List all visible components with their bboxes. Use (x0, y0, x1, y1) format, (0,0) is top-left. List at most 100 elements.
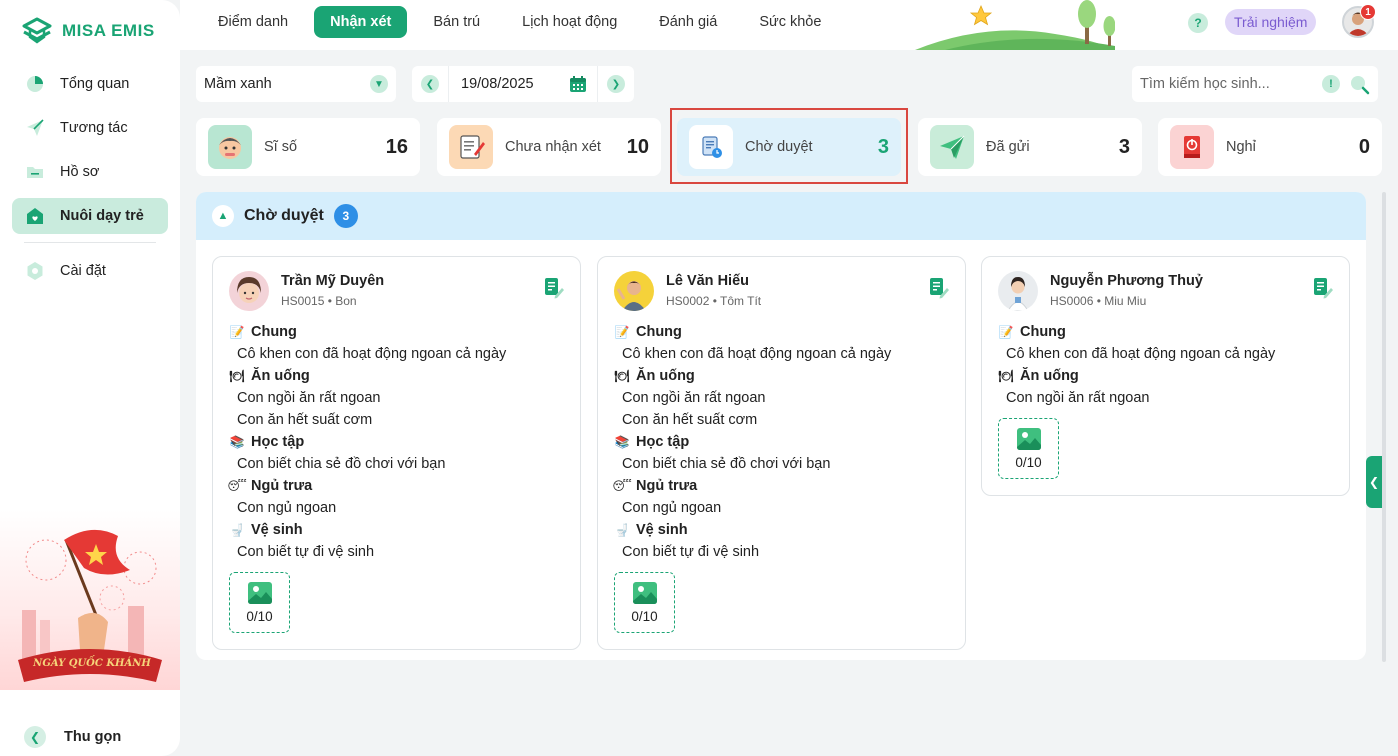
stat-card-nghi[interactable]: Nghỉ 0 (1158, 118, 1382, 176)
module-tabs: Điểm danh Nhận xét Bán trú Lịch hoạt độn… (202, 6, 847, 38)
student-card[interactable]: Lê Văn Hiếu HS0002 • Tôm Tít 📝 Chung Cô k… (597, 256, 966, 650)
student-face-icon (208, 125, 252, 169)
photo-count: 0/10 (246, 609, 273, 624)
comment-line: Cô khen con đã hoạt động ngoan cả ngày (622, 346, 892, 362)
comment-line: Con ăn hết suất cơm (237, 412, 373, 428)
student-name: Lê Văn Hiếu (666, 273, 749, 289)
memo-icon: 📝 (229, 325, 245, 339)
tab-diem-danh[interactable]: Điểm danh (202, 6, 304, 38)
hills-decoration (915, 0, 1115, 50)
student-name: Trần Mỹ Duyên (281, 273, 385, 289)
sidebar-item-nuoi-day-tre[interactable]: Nuôi dạy trẻ (12, 198, 168, 234)
sidebar-item-ho-so[interactable]: Hồ sơ (12, 154, 168, 190)
stat-card-si-so[interactable]: Sĩ số 16 (196, 118, 420, 176)
sidebar-item-label: Cài đặt (60, 263, 106, 279)
photo-upload-button[interactable]: 0/10 (229, 572, 290, 633)
national-day-banner: NGÀY QUỐC KHÁNH (0, 510, 180, 690)
search-icon[interactable] (1348, 73, 1370, 95)
trial-button[interactable]: Trải nghiệm (1225, 9, 1317, 35)
sidebar-item-label: Hồ sơ (60, 164, 100, 180)
chevron-right-icon: ❯ (607, 75, 625, 93)
section-an-uong: 🍽 Ăn uống (614, 368, 695, 384)
sidebar-item-cai-dat[interactable]: Cài đặt (12, 253, 168, 289)
books-icon: 📚 (229, 435, 245, 449)
edit-comment-icon[interactable] (929, 277, 949, 299)
comment-line: Con ăn hết suất cơm (622, 412, 758, 428)
tab-ban-tru[interactable]: Bán trú (417, 6, 496, 38)
chevron-left-icon: ❮ (1368, 475, 1380, 489)
chevron-down-icon: ▼ (370, 75, 388, 93)
comment-line: Cô khen con đã hoạt động ngoan cả ngày (237, 346, 507, 362)
chevron-up-icon[interactable]: ▲ (212, 205, 234, 227)
student-avatar (614, 271, 654, 311)
student-code: HS0006 • Miu Miu (1050, 294, 1147, 308)
section-ngu-trua: 😴 Ngủ trưa (612, 478, 698, 494)
search-info-icon[interactable]: ! (1322, 75, 1340, 93)
top-bar: Điểm danh Nhận xét Bán trú Lịch hoạt độn… (180, 0, 1398, 50)
date-field[interactable]: 19/08/2025 (448, 66, 598, 102)
brand-name: MISA EMIS (62, 21, 155, 40)
search-input[interactable] (1140, 76, 1322, 92)
photo-count: 0/10 (1015, 455, 1042, 470)
books-icon: 📚 (614, 435, 630, 449)
gear-icon (24, 260, 46, 282)
section-an-uong: 🍽 Ăn uống (998, 368, 1079, 384)
tab-danh-gia[interactable]: Đánh giá (643, 6, 733, 38)
sidebar: MISA EMIS Tổng quan Tương tác Hồ sơ Nuôi… (0, 0, 180, 756)
home-heart-icon (24, 205, 46, 227)
help-button[interactable]: ? (1188, 13, 1208, 33)
tab-nhan-xet[interactable]: Nhận xét (314, 6, 408, 38)
comment-line: Con ngồi ăn rất ngoan (1006, 390, 1150, 406)
section-chung: 📝 Chung (229, 324, 297, 340)
section-an-uong: 🍽 Ăn uống (229, 368, 310, 384)
tab-lich-hoat-dong[interactable]: Lịch hoạt động (506, 6, 633, 38)
photo-upload-button[interactable]: 0/10 (998, 418, 1059, 479)
student-code: HS0015 • Bon (281, 294, 357, 308)
sidebar-item-label: Nuôi dạy trẻ (60, 208, 144, 224)
comment-line: Con ngồi ăn rất ngoan (622, 390, 766, 406)
stat-card-chua-nhan-xet[interactable]: Chưa nhận xét 10 (437, 118, 661, 176)
toilet-icon: 🚽 (229, 523, 245, 537)
plate-utensils-icon: 🍽 (998, 369, 1014, 383)
selection-highlight (670, 108, 908, 184)
folder-icon (24, 161, 46, 183)
student-avatar (998, 271, 1038, 311)
student-card[interactable]: Nguyễn Phương Thuỷ HS0006 • Miu Miu 📝 Chu… (981, 256, 1350, 496)
student-card[interactable]: Trần Mỹ Duyên HS0015 • Bon 📝 Chung Cô khe… (212, 256, 581, 650)
edit-comment-icon[interactable] (544, 277, 564, 299)
image-icon (632, 582, 657, 604)
scrollbar[interactable] (1382, 192, 1386, 662)
comment-line: Con biết tự đi vệ sinh (622, 544, 760, 560)
sidebar-item-tuong-tac[interactable]: Tương tác (12, 110, 168, 146)
prev-date-button[interactable]: ❮ (412, 66, 448, 102)
chevron-left-icon: ❮ (24, 726, 46, 748)
logo[interactable]: MISA EMIS (20, 16, 155, 46)
pending-panel: ▲ Chờ duyệt 3 Trần Mỹ Duyên HS0015 • Bon… (196, 192, 1366, 660)
side-panel-toggle[interactable]: ❮ (1366, 456, 1382, 508)
sidebar-item-tong-quan[interactable]: Tổng quan (12, 66, 168, 102)
calendar-icon[interactable] (569, 75, 587, 93)
date-value: 19/08/2025 (461, 76, 534, 92)
panel-header[interactable]: ▲ Chờ duyệt 3 (196, 192, 1366, 240)
banner-text: NGÀY QUỐC KHÁNH (33, 658, 151, 669)
sleepy-face-icon: 😴 (612, 479, 632, 493)
pie-chart-icon (24, 73, 46, 95)
comment-line: Cô khen con đã hoạt động ngoan cả ngày (1006, 346, 1276, 362)
section-chung: 📝 Chung (614, 324, 682, 340)
section-hoc-tap: 📚 Học tập (614, 434, 690, 450)
power-book-icon (1170, 125, 1214, 169)
comment-line: Con biết chia sẻ đồ chơi với bạn (622, 456, 831, 472)
edit-comment-icon[interactable] (1313, 277, 1333, 299)
next-date-button[interactable]: ❯ (598, 66, 634, 102)
paper-plane-icon (24, 117, 46, 139)
photo-upload-button[interactable]: 0/10 (614, 572, 675, 633)
pending-count-badge: 3 (333, 204, 358, 228)
class-select[interactable]: Mầm xanh ▼ (196, 66, 396, 102)
notification-badge: 1 (1360, 4, 1376, 20)
comment-line: Con biết chia sẻ đồ chơi với bạn (237, 456, 446, 472)
memo-icon: 📝 (614, 325, 630, 339)
tab-suc-khoe[interactable]: Sức khỏe (743, 6, 837, 38)
comment-line: Con ngủ ngoan (622, 500, 722, 516)
stat-card-da-gui[interactable]: Đã gửi 3 (918, 118, 1142, 176)
collapse-sidebar-button[interactable]: ❮ Thu gọn (24, 726, 121, 748)
